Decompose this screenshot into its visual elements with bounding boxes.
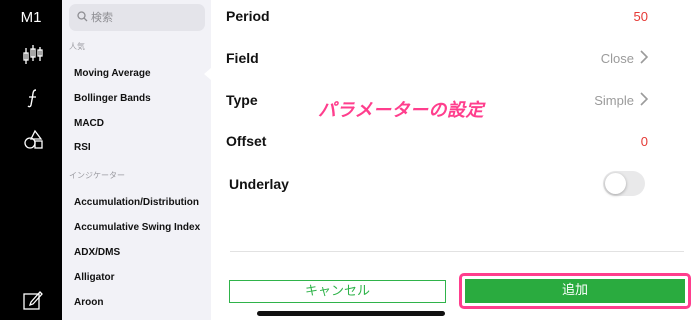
timeframe-button[interactable]: M1 <box>0 9 62 26</box>
divider <box>230 251 684 252</box>
period-value[interactable]: 50 <box>634 9 648 24</box>
chevron-right-icon <box>640 92 648 106</box>
selection-pointer <box>204 68 211 80</box>
chevron-right-icon <box>640 50 648 64</box>
section-indicators: インジケーター <box>69 171 125 180</box>
toggle-knob <box>605 173 626 194</box>
offset-label: Offset <box>226 133 267 149</box>
field-row[interactable]: Field Close <box>226 48 648 68</box>
indicator-list: 人気 Moving Average Bollinger Bands MACD R… <box>62 0 211 320</box>
underlay-row: Underlay <box>229 171 647 196</box>
search-input[interactable] <box>91 7 199 28</box>
list-item-adx-dms[interactable]: ADX/DMS <box>74 247 120 258</box>
toolbar-rail: M1 <box>0 0 62 320</box>
list-item-alligator[interactable]: Alligator <box>74 272 115 283</box>
home-indicator[interactable] <box>257 311 445 316</box>
underlay-toggle[interactable] <box>603 171 645 196</box>
search-icon <box>77 11 88 22</box>
type-label: Type <box>226 92 258 108</box>
field-label: Field <box>226 50 259 66</box>
function-icon[interactable] <box>22 87 44 109</box>
underlay-label: Underlay <box>229 176 289 192</box>
period-label: Period <box>226 8 270 24</box>
add-button[interactable]: 追加 <box>465 279 685 303</box>
list-item-rsi[interactable]: RSI <box>74 142 91 153</box>
list-item-accumulation-distribution[interactable]: Accumulation/Distribution <box>74 197 199 208</box>
list-item-accumulative-swing-index[interactable]: Accumulative Swing Index <box>74 222 200 233</box>
search-box[interactable] <box>69 4 205 31</box>
annotation-label: パラメーターの設定 <box>318 100 484 121</box>
offset-value[interactable]: 0 <box>641 134 648 149</box>
section-popular: 人気 <box>69 42 85 51</box>
list-item-bollinger-bands[interactable]: Bollinger Bands <box>74 93 151 104</box>
list-item-macd[interactable]: MACD <box>74 118 104 129</box>
list-item-moving-average[interactable]: Moving Average <box>74 68 151 79</box>
offset-row[interactable]: Offset 0 <box>226 131 648 151</box>
cancel-button[interactable]: キャンセル <box>229 280 446 303</box>
list-item-aroon[interactable]: Aroon <box>74 297 103 308</box>
candlestick-icon[interactable] <box>22 44 44 66</box>
shapes-icon[interactable] <box>22 129 44 151</box>
period-row[interactable]: Period 50 <box>226 6 648 26</box>
edit-icon[interactable] <box>22 289 44 311</box>
